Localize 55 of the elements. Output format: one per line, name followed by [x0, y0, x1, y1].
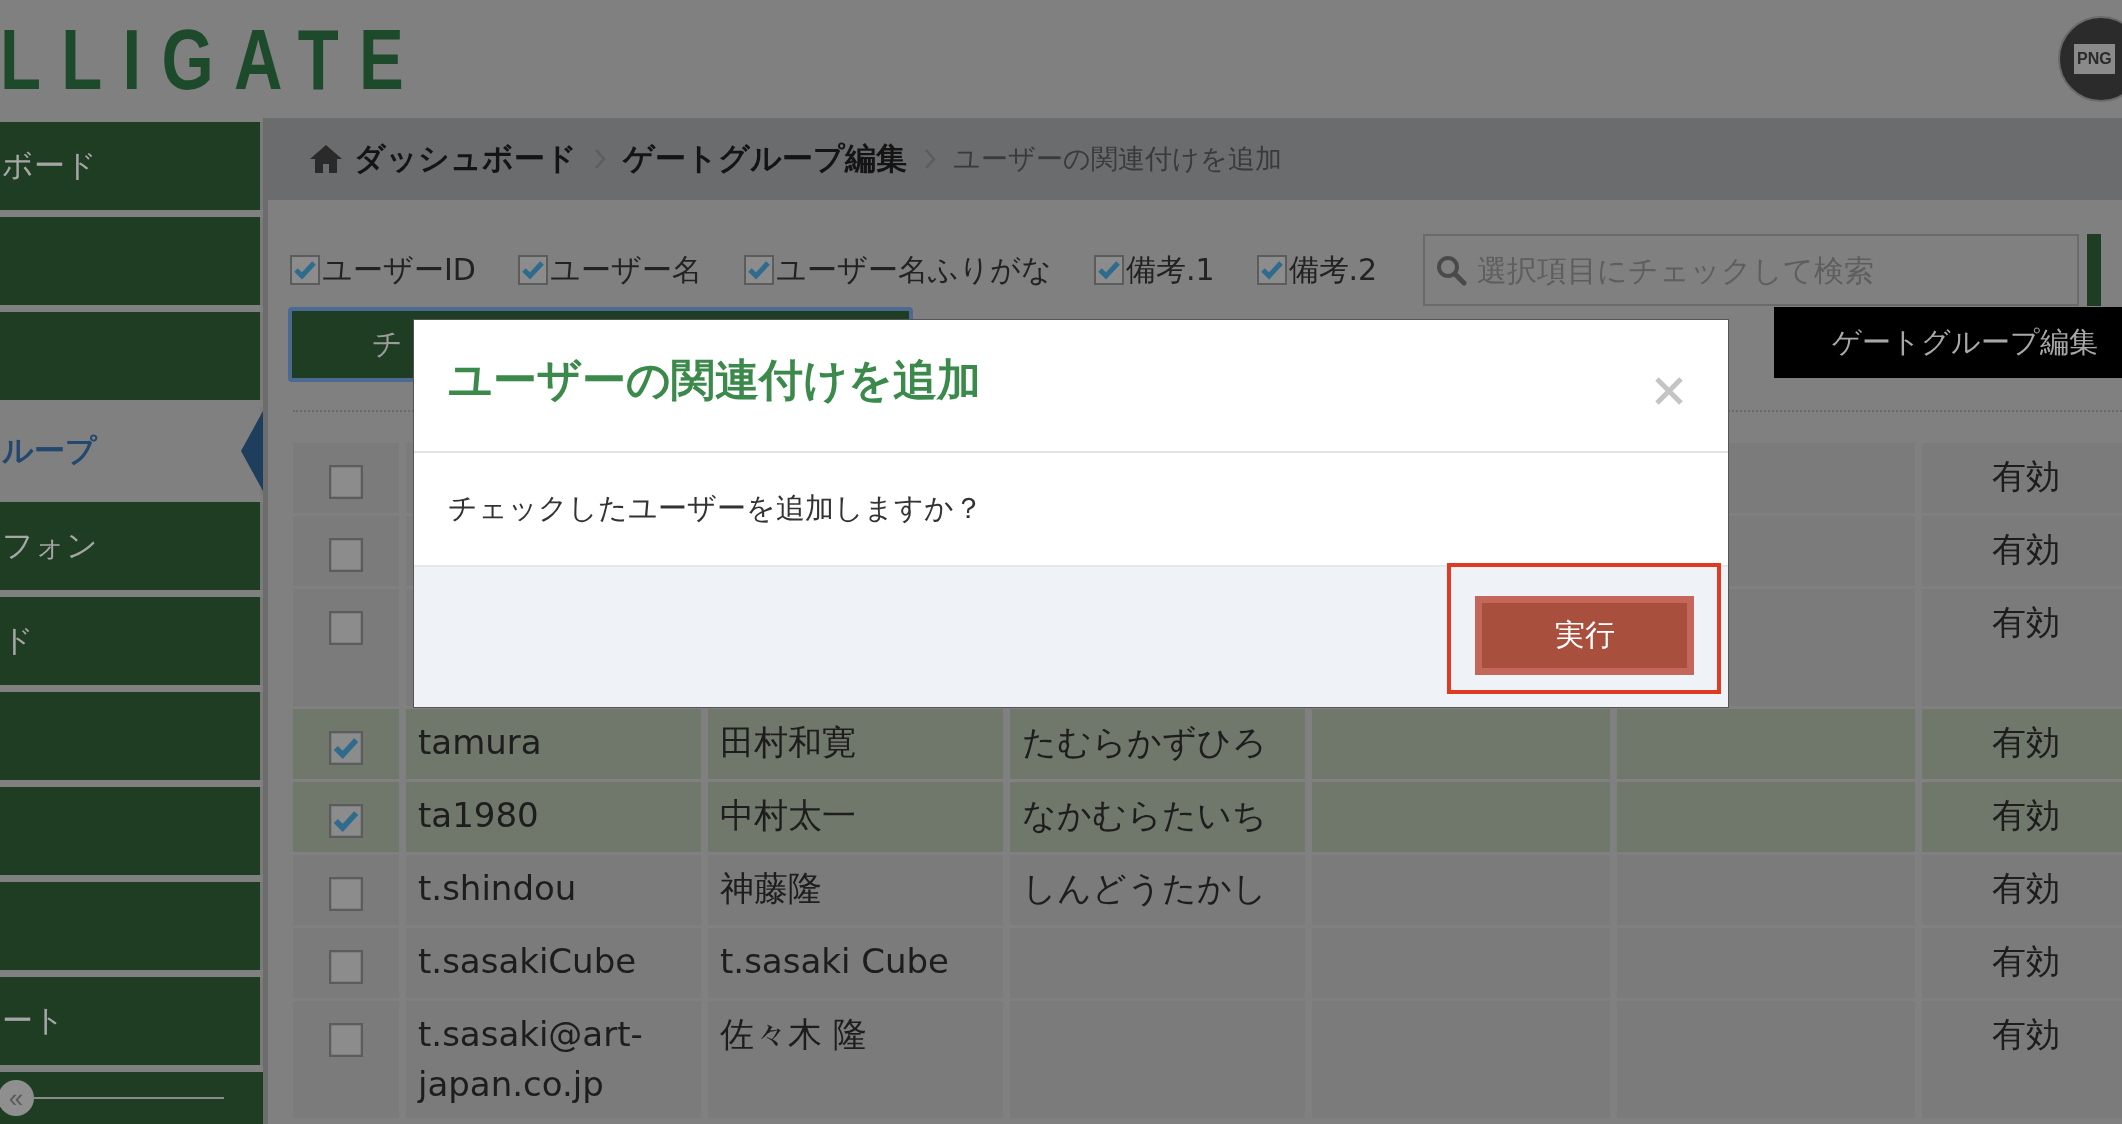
- avatar[interactable]: PNG: [2058, 16, 2122, 102]
- filter-checkbox[interactable]: [1093, 255, 1124, 285]
- row-checkbox[interactable]: [329, 731, 363, 765]
- sidebar-item[interactable]: フォン: [0, 502, 263, 590]
- breadcrumb-link[interactable]: ダッシュボード: [354, 138, 577, 180]
- filter-checkbox[interactable]: [1256, 255, 1287, 285]
- table-cell: t.sasaki@art-japan.co.jp: [406, 1001, 701, 1118]
- table-cell: 中村太一: [708, 782, 1003, 852]
- table-cell: 神藤隆: [708, 855, 1003, 925]
- table-cell: 有効: [1922, 443, 2122, 513]
- row-checkbox[interactable]: [329, 950, 363, 984]
- table-cell: 有効: [1922, 709, 2122, 779]
- filter-checkbox[interactable]: [743, 255, 774, 285]
- table-cell: tamura: [406, 709, 701, 779]
- row-checkbox[interactable]: [329, 877, 363, 911]
- filter-checkbox[interactable]: [517, 255, 548, 285]
- table-cell: しんどうたかし: [1010, 855, 1305, 925]
- search-button[interactable]: [2087, 234, 2102, 306]
- execute-button[interactable]: 実行: [1475, 595, 1694, 675]
- pointer-icon: [241, 411, 263, 491]
- filter-label: 備考.1: [1125, 250, 1215, 289]
- filter-label: ユーザー名: [549, 250, 702, 289]
- search-icon: [1435, 254, 1468, 286]
- row-checkbox[interactable]: [329, 611, 363, 645]
- breadcrumb-link[interactable]: ゲートグループ編集: [623, 138, 907, 180]
- table-cell: t.sasakiCube: [406, 928, 701, 998]
- table-cell: t.sasaki Cube: [708, 928, 1003, 998]
- logo: LLIGATE: [0, 9, 424, 109]
- filter-label: ユーザー名ふりがな: [775, 250, 1052, 289]
- table-cell: 有効: [1922, 589, 2122, 706]
- table-cell: ta1980: [406, 782, 701, 852]
- row-checkbox[interactable]: [329, 1023, 363, 1057]
- filter-label: 備考.2: [1288, 250, 1378, 289]
- table-cell: 田村和寛: [708, 709, 1003, 779]
- row-checkbox[interactable]: [329, 804, 363, 838]
- table-cell: 有効: [1922, 782, 2122, 852]
- table-cell: 有効: [1922, 1001, 2122, 1118]
- row-checkbox[interactable]: [329, 538, 363, 572]
- sidebar-item[interactable]: ート: [0, 977, 263, 1065]
- home-icon: [308, 143, 344, 175]
- table-cell: 有効: [1922, 928, 2122, 998]
- table-cell: たむらかずひろ: [1010, 709, 1305, 779]
- file-type-label: PNG: [2074, 44, 2115, 74]
- table-cell: t.shindou: [406, 855, 701, 925]
- dialog-title: ユーザーの関連付けを追加: [448, 353, 981, 407]
- sidebar-item[interactable]: ド: [0, 597, 263, 685]
- table-cell: 佐々木 隆: [708, 1001, 1003, 1118]
- filter-label: ユーザーID: [322, 250, 476, 289]
- gate-group-button[interactable]: ゲートグループ編集: [1774, 307, 2122, 378]
- filter-checkbox[interactable]: [290, 255, 320, 285]
- row-checkbox[interactable]: [329, 465, 363, 499]
- table-cell: なかむらたいち: [1010, 782, 1305, 852]
- sidebar-item[interactable]: ボード: [0, 122, 263, 210]
- table-cell: 有効: [1922, 516, 2122, 586]
- table-cell: 有効: [1922, 855, 2122, 925]
